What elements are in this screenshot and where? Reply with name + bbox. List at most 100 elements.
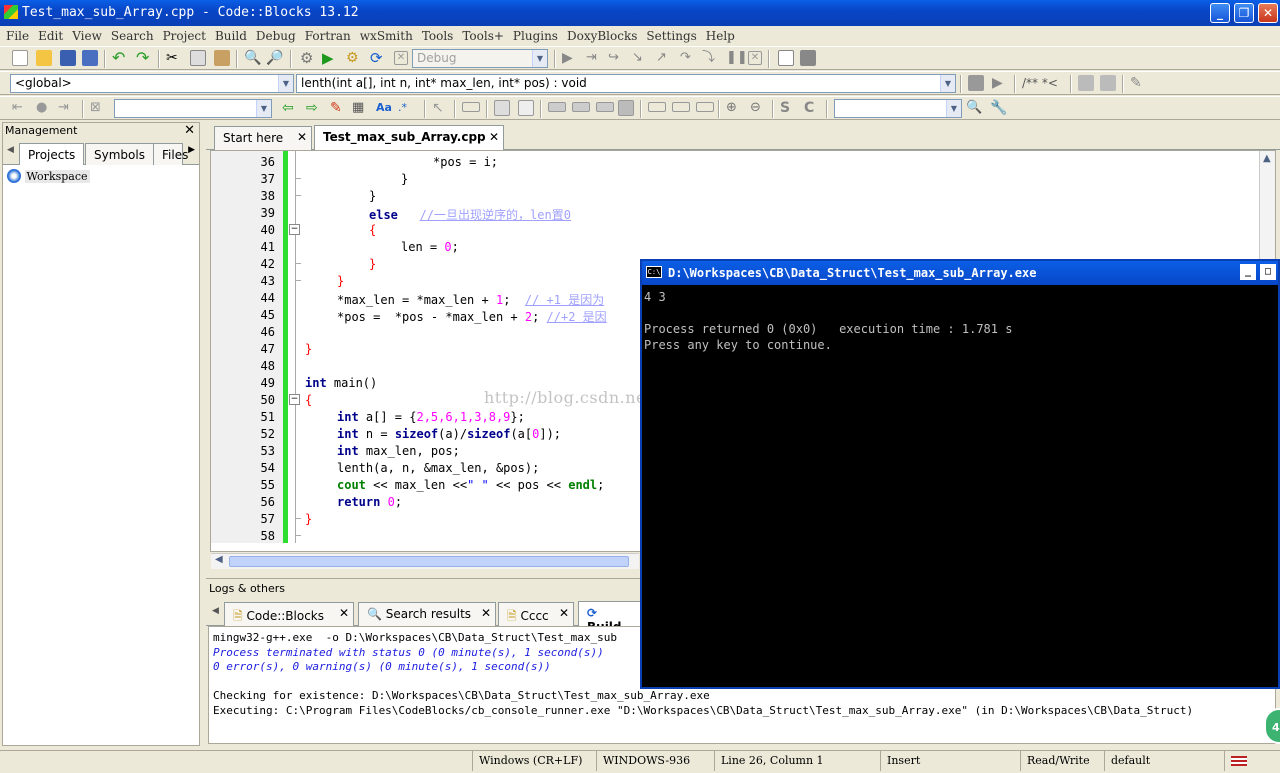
arrow-right-icon[interactable]: ⇨ bbox=[306, 100, 322, 116]
pause-icon[interactable]: ❚❚ bbox=[726, 50, 748, 66]
clear-icon[interactable]: ⊠ bbox=[90, 100, 106, 116]
tab-search-results[interactable]: 🔍 Search results ✕ bbox=[358, 602, 496, 626]
debug-info-icon[interactable] bbox=[800, 50, 816, 66]
zoom-out-icon[interactable]: ⊖ bbox=[750, 100, 766, 116]
console-maximize-button[interactable]: □ bbox=[1260, 264, 1276, 280]
static-bitmap-icon[interactable] bbox=[518, 100, 534, 116]
abort-icon[interactable]: ✕ bbox=[394, 51, 408, 65]
run-to-cursor-icon[interactable]: ⇥ bbox=[586, 50, 602, 66]
tab-symbols[interactable]: Symbols bbox=[85, 143, 154, 165]
scroll-up-icon[interactable]: ▲ bbox=[1263, 153, 1271, 164]
find-icon[interactable]: 🔍 bbox=[244, 50, 261, 66]
arrow-left-icon[interactable]: ⇦ bbox=[282, 100, 298, 116]
undo-icon[interactable]: ↶ bbox=[112, 50, 128, 66]
doxy-extract-icon[interactable]: ▶ bbox=[992, 75, 1008, 91]
replace-icon[interactable]: 🔎 bbox=[266, 50, 283, 66]
scope-select[interactable]: <global> ▼ bbox=[10, 74, 294, 93]
menu-debug[interactable]: Debug bbox=[250, 26, 299, 43]
menu-edit[interactable]: Edit bbox=[32, 26, 66, 43]
menu-file[interactable]: File bbox=[0, 26, 32, 43]
menu-doxyblocks[interactable]: DoxyBlocks bbox=[561, 26, 640, 43]
doxy-chm-icon[interactable] bbox=[1100, 75, 1116, 91]
close-panel-icon[interactable]: ✕ bbox=[184, 123, 195, 139]
tab-codeblocks-log[interactable]: 🗎 Code::Blocks ✕ bbox=[224, 602, 354, 626]
console-window[interactable]: C:\ D:\Workspaces\CB\Data_Struct\Test_ma… bbox=[640, 259, 1280, 689]
debug-run-icon[interactable]: ▶ bbox=[562, 50, 578, 66]
tab-files[interactable]: Files bbox=[153, 143, 188, 165]
menu-settings[interactable]: Settings bbox=[640, 26, 699, 43]
tab-projects[interactable]: Projects bbox=[19, 143, 85, 165]
textctrl-widget-icon[interactable] bbox=[672, 102, 690, 112]
doxy-config-icon[interactable]: ✎ bbox=[1130, 75, 1146, 91]
new-file-icon[interactable] bbox=[12, 50, 28, 66]
thread-search-options-icon[interactable]: 🔧 bbox=[990, 100, 1007, 116]
scrollbar-thumb[interactable] bbox=[229, 556, 629, 567]
menu-search[interactable]: Search bbox=[105, 26, 157, 43]
step-out-icon[interactable]: ↗ bbox=[656, 50, 672, 66]
regex-icon[interactable]: .* bbox=[398, 100, 414, 116]
button-widget-icon[interactable] bbox=[648, 102, 666, 112]
box-sizer-icon[interactable] bbox=[596, 102, 614, 112]
build-and-run-icon[interactable]: ⚙ bbox=[346, 50, 362, 66]
close-button[interactable]: ✕ bbox=[1258, 3, 1278, 23]
tab-start-here[interactable]: Start here ✕ bbox=[214, 126, 312, 150]
function-select[interactable]: lenth(int a[], int n, int* max_len, int*… bbox=[296, 74, 956, 93]
open-icon[interactable] bbox=[36, 50, 52, 66]
close-tab-icon[interactable]: ✕ bbox=[559, 606, 569, 620]
match-case-icon[interactable]: Aa bbox=[376, 100, 392, 116]
tab-cccc[interactable]: 🗎 Cccc ✕ bbox=[498, 602, 574, 626]
sizer-icon[interactable] bbox=[572, 102, 590, 112]
cut-icon[interactable]: ✂ bbox=[166, 50, 182, 66]
close-tab-icon[interactable]: ✕ bbox=[489, 130, 499, 144]
doxy-html-icon[interactable] bbox=[1078, 75, 1094, 91]
build-target-select[interactable]: Debug ▼ bbox=[412, 49, 548, 68]
tab-scroll-left-icon[interactable]: ◀ bbox=[7, 145, 14, 155]
copy-icon[interactable] bbox=[190, 50, 206, 66]
thread-search-icon[interactable]: 🔍 bbox=[966, 100, 982, 116]
menu-help[interactable]: Help bbox=[700, 26, 738, 43]
menu-tools-plus[interactable]: Tools+ bbox=[456, 26, 507, 43]
run-icon[interactable]: ▶ bbox=[322, 50, 338, 66]
tab-build-log[interactable]: ⟳ Build bbox=[578, 601, 642, 634]
tab-scroll-left-icon[interactable]: ◀ bbox=[212, 606, 219, 616]
grid-icon[interactable]: ▦ bbox=[352, 100, 368, 116]
console-minimize-button[interactable]: _ bbox=[1240, 264, 1256, 280]
stop-debug-icon[interactable]: ✕ bbox=[748, 51, 762, 65]
menu-build[interactable]: Build bbox=[209, 26, 250, 43]
rebuild-icon[interactable]: ⟳ bbox=[370, 50, 386, 66]
horizontal-scrollbar[interactable]: ◀ bbox=[211, 553, 639, 569]
bookmark-toggle-icon[interactable]: ● bbox=[36, 100, 52, 116]
panel-icon[interactable] bbox=[548, 102, 566, 112]
frame-icon[interactable] bbox=[462, 102, 480, 112]
close-tab-icon[interactable]: ✕ bbox=[481, 606, 491, 620]
redo-icon[interactable]: ↷ bbox=[136, 50, 152, 66]
fold-toggle-icon[interactable]: − bbox=[289, 224, 300, 235]
image-icon[interactable] bbox=[494, 100, 510, 116]
save-all-icon[interactable] bbox=[82, 50, 98, 66]
doxy-wizard-icon[interactable] bbox=[968, 75, 984, 91]
fold-toggle-icon[interactable]: − bbox=[289, 394, 300, 405]
menu-view[interactable]: View bbox=[66, 26, 105, 43]
save-icon[interactable] bbox=[60, 50, 76, 66]
tab-test-max-sub-array[interactable]: Test_max_sub_Array.cpp ✕ bbox=[314, 125, 504, 150]
step-instruction-icon[interactable]: ⤵ bbox=[702, 50, 718, 66]
bookmark-next-icon[interactable]: ⇥ bbox=[58, 100, 74, 116]
workspace-tree-item[interactable]: Workspace bbox=[7, 169, 90, 183]
scroll-left-icon[interactable]: ◀ bbox=[215, 554, 223, 565]
doxy-comment-label[interactable]: /** *< bbox=[1022, 76, 1058, 90]
menu-tools[interactable]: Tools bbox=[416, 26, 457, 43]
search-combo[interactable]: ▼ bbox=[114, 99, 272, 118]
bookmark-prev-icon[interactable]: ⇤ bbox=[12, 100, 28, 116]
next-line-icon[interactable]: ↪ bbox=[608, 50, 624, 66]
symbol-s-icon[interactable]: S bbox=[780, 100, 796, 116]
step-into-icon[interactable]: ↘ bbox=[632, 50, 648, 66]
menu-plugins[interactable]: Plugins bbox=[507, 26, 561, 43]
menu-wxsmith[interactable]: wxSmith bbox=[354, 26, 416, 43]
symbol-c-icon[interactable]: C bbox=[804, 100, 820, 116]
next-instruction-icon[interactable]: ↷ bbox=[680, 50, 696, 66]
maximize-button[interactable]: ❐ bbox=[1234, 3, 1254, 23]
minimize-button[interactable]: _ bbox=[1210, 3, 1230, 23]
zoom-in-icon[interactable]: ⊕ bbox=[726, 100, 742, 116]
paste-icon[interactable] bbox=[214, 50, 230, 66]
menu-project[interactable]: Project bbox=[157, 26, 209, 43]
